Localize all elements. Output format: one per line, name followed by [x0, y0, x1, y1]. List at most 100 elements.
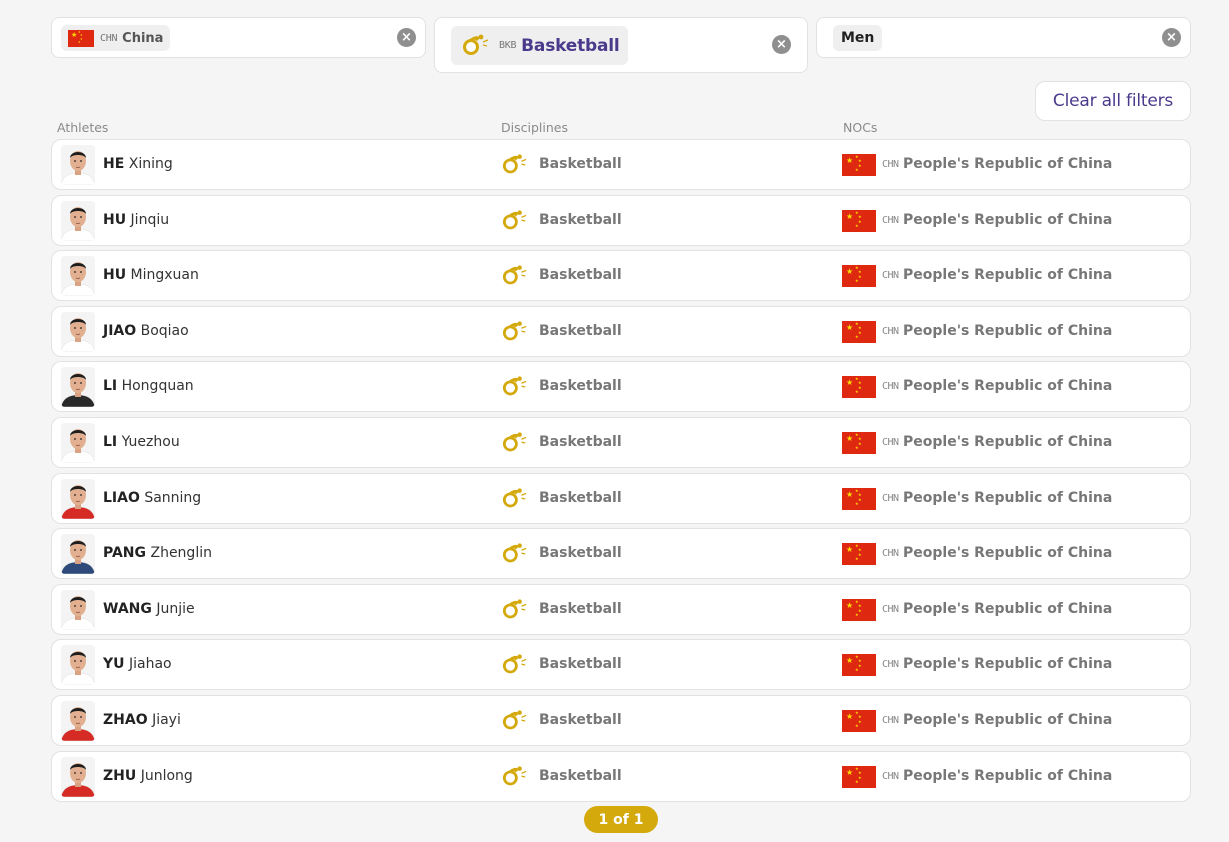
athlete-photo: [61, 201, 95, 241]
table-row[interactable]: ZHAO Jiayi Basketball ★ ★ ★ ★ ★ CHN Peop…: [51, 695, 1191, 746]
table-row[interactable]: PANG Zhenglin Basketball ★ ★ ★ ★ ★ CHN P…: [51, 528, 1191, 579]
noc-code: CHN: [882, 493, 899, 504]
athlete-last-name: ZHAO: [103, 712, 148, 728]
athlete-name[interactable]: ZHAO Jiayi: [103, 712, 181, 728]
noc-code: CHN: [882, 215, 899, 226]
discipline-label: Basketball: [521, 35, 620, 56]
discipline-label: Basketball: [539, 768, 622, 784]
athlete-name[interactable]: LIAO Sanning: [103, 490, 201, 506]
table-row[interactable]: LIAO Sanning Basketball ★ ★ ★ ★ ★ CHN Pe…: [51, 473, 1191, 524]
athlete-first-name: Junlong: [140, 768, 193, 784]
athlete-photo: [61, 645, 95, 685]
basketball-pictogram-icon: [502, 154, 527, 174]
discipline-filter[interactable]: BKB Basketball ×: [434, 17, 808, 73]
athlete-name[interactable]: WANG Junjie: [103, 601, 195, 617]
basketball-pictogram-icon: [502, 654, 527, 674]
gender-chip: Men: [833, 25, 883, 51]
athlete-first-name: Mingxuan: [130, 267, 199, 283]
china-flag-icon: ★ ★ ★ ★ ★: [842, 210, 876, 232]
athlete-photo: [61, 757, 95, 797]
discipline-label: Basketball: [539, 156, 622, 172]
table-row[interactable]: HU Mingxuan Basketball ★ ★ ★ ★ ★ CHN Peo…: [51, 250, 1191, 301]
table-row[interactable]: YU Jiahao Basketball ★ ★ ★ ★ ★ CHN Peopl…: [51, 639, 1191, 690]
country-chip: ★ ★ ★ ★ ★ CHN China: [61, 25, 171, 51]
discipline-label: Basketball: [539, 378, 622, 394]
china-flag-icon: ★ ★ ★ ★ ★: [842, 766, 876, 788]
table-row[interactable]: LI Hongquan Basketball ★ ★ ★ ★ ★ CHN Peo…: [51, 361, 1191, 412]
athlete-name[interactable]: ZHU Junlong: [103, 768, 193, 784]
discipline-label: Basketball: [539, 490, 622, 506]
noc-code: CHN: [882, 270, 899, 281]
basketball-pictogram-icon: [463, 34, 489, 55]
athlete-name[interactable]: LI Yuezhou: [103, 434, 180, 450]
athlete-name[interactable]: LI Hongquan: [103, 378, 194, 394]
athlete-name[interactable]: YU Jiahao: [103, 656, 172, 672]
athlete-first-name: Hongquan: [121, 378, 194, 394]
noc-name: People's Republic of China: [903, 434, 1113, 450]
athlete-name[interactable]: HU Mingxuan: [103, 267, 199, 283]
table-row[interactable]: JIAO Boqiao Basketball ★ ★ ★ ★ ★ CHN Peo…: [51, 306, 1191, 357]
discipline-label: Basketball: [539, 434, 622, 450]
basketball-pictogram-icon: [502, 321, 527, 341]
discipline-chip: BKB Basketball: [451, 26, 628, 65]
athlete-last-name: JIAO: [103, 323, 137, 339]
athlete-first-name: Jiahao: [128, 656, 172, 672]
china-flag-icon: ★ ★ ★ ★ ★: [842, 321, 876, 343]
athlete-last-name: LI: [103, 434, 118, 450]
basketball-pictogram-icon: [502, 376, 527, 396]
athlete-photo: [61, 701, 95, 741]
china-flag-icon: ★ ★ ★ ★ ★: [842, 376, 876, 398]
table-row[interactable]: WANG Junjie Basketball ★ ★ ★ ★ ★ CHN Peo…: [51, 584, 1191, 635]
noc-code: CHN: [882, 548, 899, 559]
noc-code: CHN: [882, 715, 899, 726]
basketball-pictogram-icon: [502, 599, 527, 619]
athlete-first-name: Jinqiu: [130, 212, 170, 228]
nocs-column-header: NOCs: [843, 120, 878, 135]
disciplines-column-header: Disciplines: [501, 120, 568, 135]
athlete-name[interactable]: HU Jinqiu: [103, 212, 169, 228]
basketball-pictogram-icon: [502, 766, 527, 786]
noc-name: People's Republic of China: [903, 323, 1113, 339]
athlete-last-name: YU: [103, 656, 125, 672]
athlete-photo: [61, 367, 95, 407]
gender-filter[interactable]: Men ×: [816, 17, 1191, 58]
country-filter[interactable]: ★ ★ ★ ★ ★ CHN China ×: [51, 17, 426, 58]
noc-name: People's Republic of China: [903, 656, 1113, 672]
athlete-photo: [61, 590, 95, 630]
close-icon[interactable]: ×: [1162, 28, 1181, 47]
athlete-name[interactable]: HE Xining: [103, 156, 173, 172]
close-icon[interactable]: ×: [772, 35, 791, 54]
noc-code: CHN: [882, 326, 899, 337]
discipline-label: Basketball: [539, 212, 622, 228]
clear-all-filters-button[interactable]: Clear all filters: [1035, 81, 1191, 121]
table-row[interactable]: ZHU Junlong Basketball ★ ★ ★ ★ ★ CHN Peo…: [51, 751, 1191, 802]
discipline-label: Basketball: [539, 545, 622, 561]
table-row[interactable]: LI Yuezhou Basketball ★ ★ ★ ★ ★ CHN Peop…: [51, 417, 1191, 468]
athlete-name[interactable]: PANG Zhenglin: [103, 545, 212, 561]
athlete-photo: [61, 312, 95, 352]
discipline-label: Basketball: [539, 323, 622, 339]
basketball-pictogram-icon: [502, 488, 527, 508]
table-row[interactable]: HU Jinqiu Basketball ★ ★ ★ ★ ★ CHN Peopl…: [51, 195, 1191, 246]
athlete-last-name: HU: [103, 267, 127, 283]
athlete-last-name: HU: [103, 212, 127, 228]
athlete-first-name: Junjie: [156, 601, 195, 617]
table-row[interactable]: HE Xining Basketball ★ ★ ★ ★ ★ CHN Peopl…: [51, 139, 1191, 190]
noc-code: CHN: [882, 159, 899, 170]
athlete-photo: [61, 256, 95, 296]
noc-code: CHN: [882, 659, 899, 670]
discipline-label: Basketball: [539, 267, 622, 283]
noc-name: People's Republic of China: [903, 267, 1113, 283]
close-icon[interactable]: ×: [397, 28, 416, 47]
noc-code: CHN: [882, 381, 899, 392]
china-flag-icon: ★ ★ ★ ★ ★: [842, 488, 876, 510]
discipline-label: Basketball: [539, 712, 622, 728]
athlete-last-name: LI: [103, 378, 118, 394]
basketball-pictogram-icon: [502, 210, 527, 230]
noc-name: People's Republic of China: [903, 490, 1113, 506]
athlete-name[interactable]: JIAO Boqiao: [103, 323, 189, 339]
china-flag-icon: ★ ★ ★ ★ ★: [842, 154, 876, 176]
discipline-code: BKB: [499, 40, 517, 51]
pagination-indicator[interactable]: 1 of 1: [584, 806, 658, 833]
china-flag-icon: ★ ★ ★ ★ ★: [842, 265, 876, 287]
